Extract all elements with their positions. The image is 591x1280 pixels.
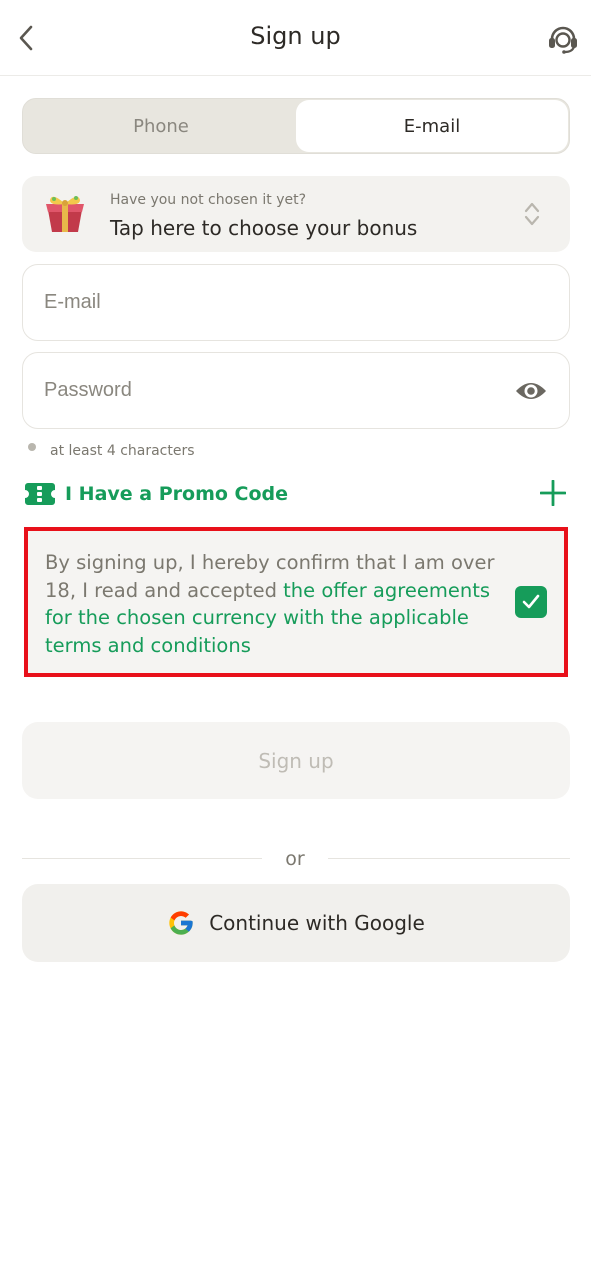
- email-field-container: [22, 264, 570, 341]
- promo-code-label: I Have a Promo Code: [65, 483, 289, 505]
- promo-code-toggle[interactable]: I Have a Promo Code: [24, 478, 570, 510]
- plus-icon[interactable]: [540, 480, 566, 506]
- auth-method-tabs: Phone E-mail: [22, 98, 570, 154]
- bonus-hint: Have you not chosen it yet?: [110, 192, 307, 208]
- header: Sign up: [0, 0, 591, 76]
- support-button[interactable]: [545, 20, 581, 56]
- page-title: Sign up: [250, 22, 341, 50]
- password-field-container: [22, 352, 570, 429]
- tab-phone[interactable]: Phone: [25, 100, 297, 152]
- terms-text: By signing up, I hereby confirm that I a…: [45, 549, 505, 659]
- eye-icon[interactable]: [515, 377, 547, 405]
- checkmark-icon: [522, 594, 540, 609]
- bonus-selector[interactable]: Have you not chosen it yet? Tap here to …: [22, 176, 570, 252]
- bonus-label: Tap here to choose your bonus: [110, 216, 418, 240]
- password-field[interactable]: [44, 353, 504, 427]
- divider: [328, 858, 570, 859]
- divider: [22, 858, 262, 859]
- sign-up-button[interactable]: Sign up: [22, 722, 570, 799]
- headset-icon: [549, 26, 577, 54]
- terms-agreement: By signing up, I hereby confirm that I a…: [24, 527, 568, 677]
- google-button-label: Continue with Google: [209, 911, 425, 935]
- continue-with-google-button[interactable]: Continue with Google: [22, 884, 570, 962]
- ticket-icon: [25, 483, 55, 505]
- or-separator: or: [285, 848, 305, 870]
- password-requirement-text: at least 4 characters: [50, 443, 195, 459]
- chevron-up-down-icon: [524, 202, 540, 226]
- tab-email[interactable]: E-mail: [296, 100, 568, 152]
- bullet-icon: [28, 443, 36, 451]
- terms-checkbox[interactable]: [515, 586, 547, 618]
- gift-box-icon: [46, 196, 84, 232]
- email-field[interactable]: [44, 265, 504, 339]
- password-requirement: at least 4 characters: [28, 443, 195, 459]
- google-icon: [169, 911, 193, 935]
